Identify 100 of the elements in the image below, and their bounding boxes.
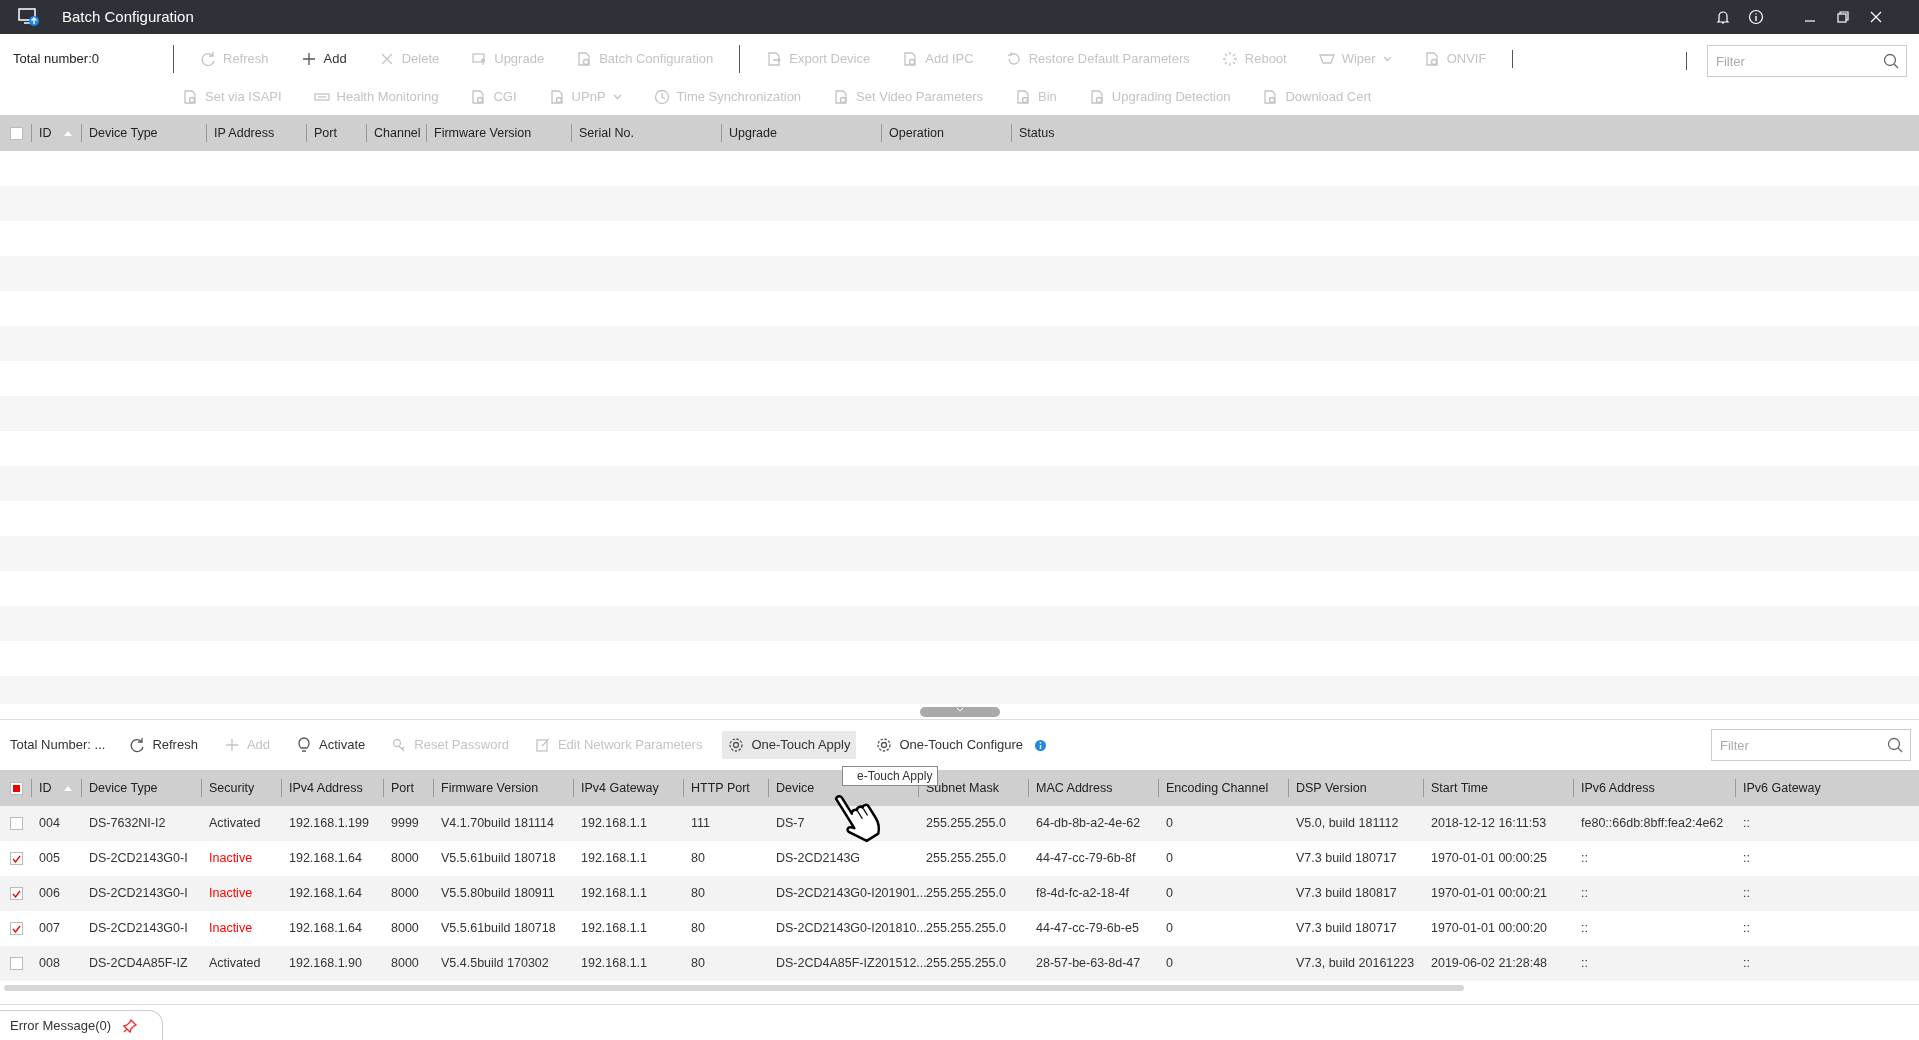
select-all-checkbox[interactable] bbox=[10, 781, 23, 795]
table-cell: 192.168.1.199 bbox=[289, 816, 369, 831]
column-header[interactable]: ID bbox=[39, 123, 52, 143]
toolbar-button[interactable]: Activate bbox=[290, 731, 372, 759]
table-cell: DS-2CD2143G0-I201810... bbox=[776, 921, 927, 936]
column-header[interactable]: IP Address bbox=[214, 123, 275, 143]
caret-icon bbox=[1382, 56, 1392, 62]
error-message-tab[interactable]: Error Message(0) bbox=[0, 1010, 163, 1040]
column-header[interactable]: IPv6 Address bbox=[1581, 778, 1655, 798]
column-header[interactable]: IPv4 Gateway bbox=[581, 778, 659, 798]
document-gear-icon bbox=[902, 51, 919, 67]
wiper-icon bbox=[1318, 51, 1335, 67]
table-cell: V5.5.61build 180718 bbox=[441, 851, 556, 866]
column-header[interactable]: DSP Version bbox=[1296, 778, 1367, 798]
table-cell: 64-db-8b-a2-4e-62 bbox=[1036, 816, 1141, 831]
table-cell: 111 bbox=[691, 816, 710, 831]
table-cell: 80 bbox=[691, 851, 705, 866]
column-header[interactable]: Operation bbox=[889, 123, 944, 143]
status-text: Inactive bbox=[209, 921, 253, 936]
column-header[interactable]: Device Type bbox=[89, 123, 158, 143]
filter-field[interactable]: Filter bbox=[1707, 45, 1907, 77]
filter-field[interactable]: Filter bbox=[1711, 729, 1911, 761]
column-header[interactable]: ID bbox=[39, 778, 52, 798]
table-cell: 255.255.255.0 bbox=[926, 956, 1006, 971]
table-cell: 1970-01-01 00:00:25 bbox=[1431, 851, 1548, 866]
table-cell: 0 bbox=[1166, 851, 1173, 866]
table-cell: 255.255.255.0 bbox=[926, 851, 1006, 866]
search-icon bbox=[1887, 737, 1903, 753]
column-header[interactable]: Firmware Version bbox=[434, 123, 532, 143]
table-cell: :: bbox=[1581, 956, 1588, 971]
row-checkbox[interactable] bbox=[10, 817, 23, 830]
column-header[interactable]: MAC Address bbox=[1036, 778, 1113, 798]
table-cell: 28-57-be-63-8d-47 bbox=[1036, 956, 1141, 971]
table-cell: 0 bbox=[1166, 956, 1173, 971]
table-cell: 255.255.255.0 bbox=[926, 816, 1006, 831]
monitor-arrow-icon bbox=[471, 51, 488, 67]
column-header[interactable]: Upgrade bbox=[729, 123, 777, 143]
toolbar-button[interactable]: One-Touch Apply bbox=[722, 731, 857, 759]
column-header[interactable]: Port bbox=[391, 778, 414, 798]
column-header[interactable]: Device Type bbox=[89, 778, 158, 798]
bell-icon[interactable] bbox=[1715, 9, 1731, 25]
column-header[interactable]: Serial No. bbox=[579, 123, 634, 143]
pin-icon[interactable] bbox=[123, 1018, 138, 1033]
table-cell: :: bbox=[1581, 886, 1588, 901]
table-cell: 192.168.1.64 bbox=[289, 886, 362, 901]
toolbar-button[interactable]: Refresh bbox=[123, 731, 204, 759]
table-cell: 192.168.1.1 bbox=[581, 921, 648, 936]
column-header[interactable]: Security bbox=[209, 778, 255, 798]
select-all-checkbox[interactable] bbox=[10, 126, 23, 140]
table-cell: 192.168.1.1 bbox=[581, 956, 648, 971]
document-gear-icon bbox=[1262, 89, 1279, 105]
table-cell: :: bbox=[1743, 886, 1750, 901]
table-cell: 0 bbox=[1166, 816, 1173, 831]
toolbar-button[interactable]: Add bbox=[294, 45, 353, 73]
row-checkbox[interactable] bbox=[10, 852, 23, 865]
horizontal-scrollbar[interactable] bbox=[4, 985, 1464, 991]
column-header[interactable]: Firmware Version bbox=[441, 778, 539, 798]
total-count: Total Number: ... bbox=[10, 736, 106, 755]
status-text: Activated bbox=[209, 956, 261, 971]
row-checkbox[interactable] bbox=[10, 957, 23, 970]
column-header[interactable]: Encoding Channel bbox=[1166, 778, 1269, 798]
column-header[interactable]: Port bbox=[314, 123, 337, 143]
close-icon[interactable] bbox=[1868, 9, 1884, 25]
table-cell: DS-2CD4A85F-IZ bbox=[89, 956, 188, 971]
row-checkbox[interactable] bbox=[10, 887, 23, 900]
status-text: Activated bbox=[209, 816, 261, 831]
table-cell: V7.3 build 180717 bbox=[1296, 921, 1397, 936]
column-header[interactable]: IPv4 Address bbox=[289, 778, 363, 798]
status-text: Inactive bbox=[209, 886, 253, 901]
settings-icon bbox=[876, 737, 893, 753]
undo-icon bbox=[1005, 51, 1022, 67]
total-count: Total number:0 bbox=[13, 50, 100, 69]
column-header[interactable]: Start Time bbox=[1431, 778, 1488, 798]
table-cell: DS-7 bbox=[776, 816, 805, 831]
table-cell: 004 bbox=[39, 816, 60, 831]
document-gear-icon bbox=[470, 89, 487, 105]
table-cell: :: bbox=[1743, 956, 1750, 971]
table-cell: 44-47-cc-79-6b-8f bbox=[1036, 851, 1136, 866]
column-header[interactable]: IPv6 Gateway bbox=[1743, 778, 1821, 798]
table-cell: :: bbox=[1743, 851, 1750, 866]
column-header[interactable]: Device bbox=[776, 778, 815, 798]
table-cell: f8-4d-fc-a2-18-4f bbox=[1036, 886, 1130, 901]
bulb-icon bbox=[296, 737, 313, 753]
document-gear-icon bbox=[1015, 89, 1032, 105]
table-cell: DS-2CD2143G bbox=[776, 851, 861, 866]
table-cell: 44-47-cc-79-6b-e5 bbox=[1036, 921, 1139, 936]
table-cell: 006 bbox=[39, 886, 60, 901]
row-checkbox[interactable] bbox=[10, 922, 23, 935]
toolbar-button[interactable]: One-Touch Configure bbox=[870, 731, 1030, 759]
window-title: Batch Configuration bbox=[62, 6, 194, 27]
column-header[interactable]: Channel bbox=[374, 123, 421, 143]
table-cell: 192.168.1.64 bbox=[289, 921, 362, 936]
table-cell: V5.5.61build 180718 bbox=[441, 921, 556, 936]
restore-icon[interactable] bbox=[1835, 9, 1851, 25]
info-icon[interactable] bbox=[1748, 9, 1764, 25]
splitter-handle[interactable] bbox=[919, 706, 1000, 717]
table-cell: V7.3 build 180817 bbox=[1296, 886, 1397, 901]
column-header[interactable]: Status bbox=[1019, 123, 1055, 143]
column-header[interactable]: HTTP Port bbox=[691, 778, 750, 798]
document-gear-icon bbox=[576, 51, 593, 67]
